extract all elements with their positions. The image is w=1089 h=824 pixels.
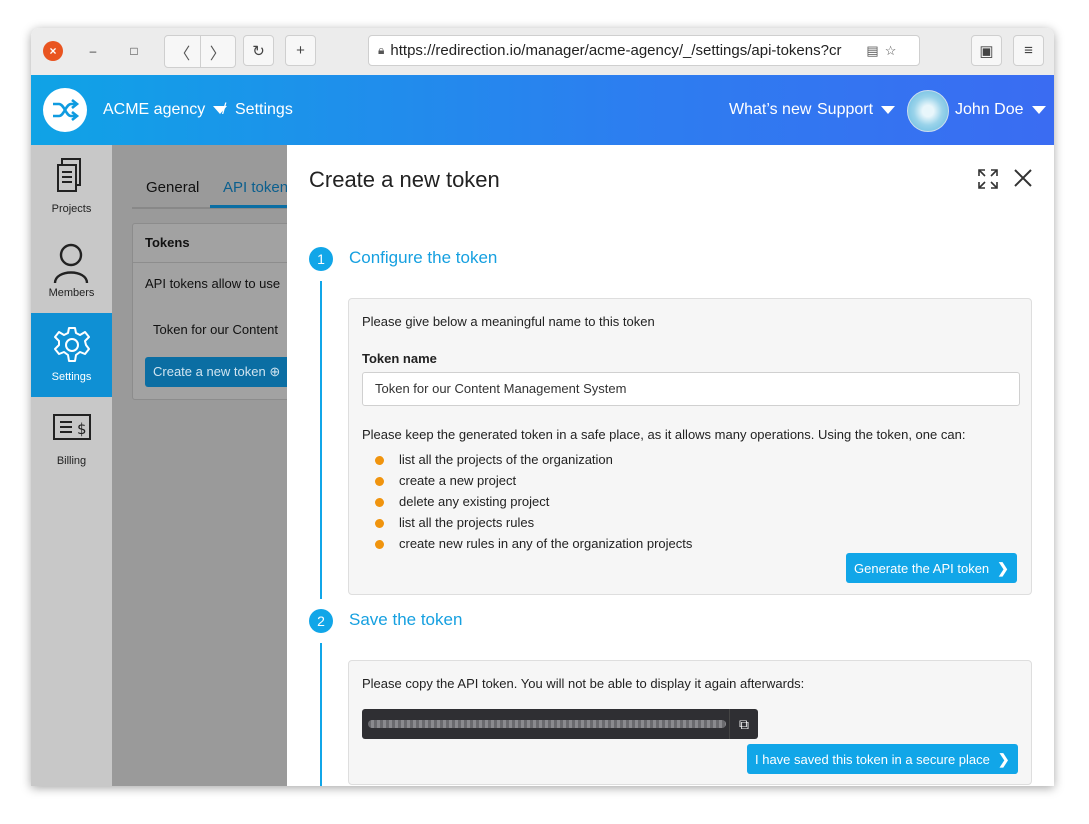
list-item-text: list all the projects of the organizatio…	[399, 452, 613, 467]
step-number: 2	[309, 609, 333, 633]
browser-toolbar: × – □ 〈 〉 ↻ + 🔒︎ https://redirection.io/…	[31, 28, 1054, 76]
whats-new-link[interactable]: What’s new	[729, 101, 811, 119]
sidebar: Projects Members Settings $ Billing	[31, 145, 112, 786]
browser-window: × – □ 〈 〉 ↻ + 🔒︎ https://redirection.io/…	[31, 28, 1054, 786]
new-tab-icon[interactable]: +	[285, 35, 316, 66]
create-token-modal: Create a new token 1 Configure the token…	[287, 145, 1054, 786]
list-item: list all the projects rules	[374, 515, 535, 530]
save-panel: Please copy the API token. You will not …	[348, 660, 1032, 785]
sidebar-item-label: Settings	[51, 371, 92, 383]
members-icon	[53, 243, 89, 284]
step-title: Configure the token	[349, 248, 498, 267]
bookmark-star-icon[interactable]: ☆	[885, 43, 897, 59]
close-icon[interactable]	[1013, 168, 1033, 194]
card-title: Tokens	[145, 235, 190, 250]
window-maximize-icon[interactable]: □	[124, 41, 144, 61]
settings-tabs: General API tokens	[132, 169, 296, 209]
user-name: John Doe	[955, 101, 1024, 118]
reader-mode-icon[interactable]: ▤	[866, 43, 878, 59]
settings-page: General API tokens Tokens API tokens all…	[112, 145, 296, 786]
breadcrumb-current[interactable]: Settings	[235, 101, 293, 119]
extension-icon[interactable]: ▣	[971, 35, 1002, 66]
app-header: ACME agency / Settings What’s new Suppor…	[31, 75, 1054, 145]
copy-icon[interactable]: ⧉	[729, 709, 758, 739]
modal-title: Create a new token	[309, 167, 500, 192]
step-connector	[320, 643, 322, 786]
list-item: delete any existing project	[374, 494, 550, 509]
masked-token	[368, 720, 726, 728]
save-intro: Please copy the API token. You will not …	[362, 676, 805, 691]
redirection-logo-icon[interactable]	[43, 88, 87, 132]
reload-icon[interactable]: ↻	[243, 35, 274, 66]
token-saved-button[interactable]: I have saved this token in a secure plac…	[747, 744, 1018, 774]
projects-icon	[57, 158, 81, 192]
avatar[interactable]	[907, 90, 949, 132]
sidebar-item-settings[interactable]: Settings	[31, 313, 112, 397]
org-name: ACME agency	[103, 101, 206, 118]
tokens-card: Tokens API tokens allow to use Token for…	[132, 223, 295, 400]
warning-text: Please keep the generated token in a saf…	[362, 427, 966, 442]
url-text[interactable]: https://redirection.io/manager/acme-agen…	[390, 42, 860, 59]
window-close-icon[interactable]: ×	[43, 41, 63, 61]
generate-token-label: Generate the API token	[854, 561, 990, 576]
list-item-text: create new rules in any of the organizat…	[399, 536, 693, 551]
chevron-right-icon: ❯	[997, 560, 1009, 576]
sidebar-item-label: Members	[48, 287, 95, 299]
chevron-down-icon	[1031, 105, 1046, 114]
support-menu[interactable]: Support	[817, 101, 896, 119]
support-label: Support	[817, 101, 874, 118]
chevron-down-icon	[881, 105, 896, 114]
configure-intro: Please give below a meaningful name to t…	[362, 314, 655, 329]
lock-icon: 🔒︎	[378, 43, 385, 57]
token-saved-label: I have saved this token in a secure plac…	[755, 752, 990, 767]
list-item-text: list all the projects rules	[399, 515, 535, 530]
forward-icon[interactable]: 〉	[201, 36, 236, 67]
sidebar-item-label: Projects	[51, 203, 92, 215]
breadcrumb-separator: /	[222, 101, 227, 118]
list-item-text: create a new project	[399, 473, 517, 488]
token-name-input[interactable]: Token for our Content Management System	[362, 372, 1020, 406]
sidebar-item-members[interactable]: Members	[31, 229, 112, 313]
plus-circle-icon: ⊕	[269, 364, 281, 379]
billing-icon: $	[53, 414, 91, 440]
tab-api-tokens[interactable]: API tokens	[223, 179, 296, 196]
card-description: API tokens allow to use	[145, 276, 281, 291]
address-bar[interactable]: 🔒︎ https://redirection.io/manager/acme-a…	[368, 35, 920, 66]
window-minimize-icon[interactable]: –	[83, 41, 103, 61]
token-row: Token for our Content	[153, 322, 279, 337]
divider	[133, 262, 293, 263]
step-title: Save the token	[349, 610, 463, 629]
sidebar-item-projects[interactable]: Projects	[31, 145, 112, 229]
list-item-text: delete any existing project	[399, 494, 550, 509]
step-number: 1	[309, 247, 333, 271]
configure-panel: Please give below a meaningful name to t…	[348, 298, 1032, 595]
token-name-label: Token name	[362, 351, 437, 366]
sidebar-item-billing[interactable]: $ Billing	[31, 397, 112, 481]
tab-general[interactable]: General	[146, 179, 199, 196]
generate-token-button[interactable]: Generate the API token ❯	[846, 553, 1017, 583]
api-token-field[interactable]: ⧉	[362, 709, 758, 739]
create-token-label: Create a new token	[153, 364, 266, 379]
back-icon[interactable]: 〈	[165, 36, 201, 67]
create-token-button[interactable]: Create a new token ⊕	[145, 357, 295, 387]
user-menu[interactable]: John Doe	[955, 101, 1046, 119]
sidebar-item-label: Billing	[56, 455, 87, 467]
active-tab-indicator	[210, 205, 292, 208]
fullscreen-icon[interactable]	[977, 168, 999, 196]
step-connector	[320, 281, 322, 599]
settings-icon	[54, 327, 90, 362]
hamburger-menu-icon[interactable]: ≡	[1013, 35, 1044, 66]
org-switcher[interactable]: ACME agency	[103, 101, 228, 119]
list-item: create a new project	[374, 473, 517, 488]
chevron-right-icon: ❯	[997, 751, 1010, 767]
svg-text:$: $	[77, 420, 87, 438]
list-item: list all the projects of the organizatio…	[375, 452, 613, 467]
list-item: create new rules in any of the organizat…	[374, 536, 693, 551]
history-nav: 〈 〉	[164, 35, 236, 68]
